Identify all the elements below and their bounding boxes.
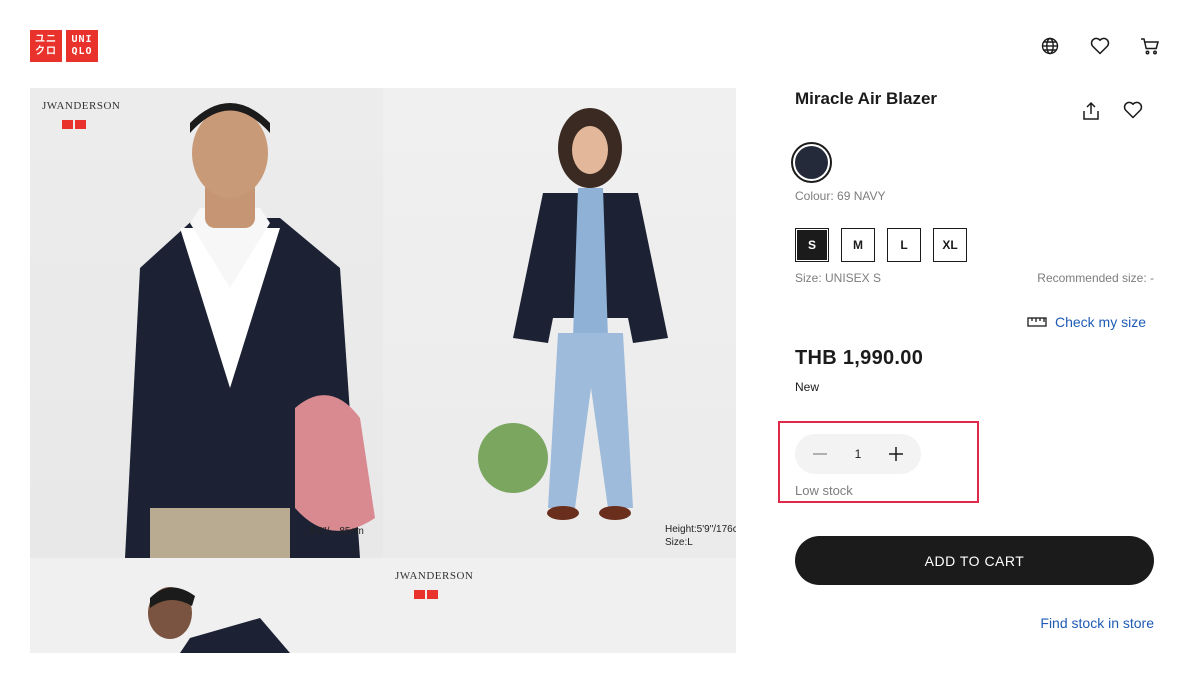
size-option-xl[interactable]: XL [933,228,967,262]
photo-2-caption: Height:5'9"/176cm Size:L [665,523,736,549]
check-my-size-link[interactable]: Check my size [1027,314,1146,330]
stock-status: Low stock [795,483,853,498]
logo-katakana-top: ユニ [35,34,57,45]
quantity-value: 1 [854,447,862,461]
logo-katakana-bottom: クロ [35,46,57,57]
colour-swatch-navy[interactable] [791,142,832,183]
header-icons [1040,36,1160,56]
size-option-s[interactable]: S [795,228,829,262]
logo-latin-box: UNI QLO [66,30,98,62]
product-photo-3[interactable]: JWANDERSON [30,558,736,653]
size-option-m[interactable]: M [841,228,875,262]
globe-icon[interactable] [1040,36,1060,56]
find-stock-in-store-link[interactable]: Find stock in store [1040,615,1154,631]
logo-katakana-box: ユニ クロ [30,30,62,62]
model-2-illustration [478,108,668,520]
photo-1-caption: …5'8"/…85cm [300,526,364,537]
size-label: Size: UNISEX S [795,271,882,285]
product-title: Miracle Air Blazer [795,89,938,108]
product-photo-1[interactable]: JWANDERSON …5'8"/…85cm [30,88,383,558]
quantity-stepper: 1 [795,434,921,474]
swatch-fill [795,146,828,179]
wishlist-heart-icon[interactable] [1123,101,1143,121]
minus-icon [813,453,827,455]
logo-latin-top: UNI [71,34,93,45]
plus-icon [889,447,903,461]
product-page: ユニ クロ UNI QLO JWANDERSON …5'8"/…85cm Hei… [0,0,1200,675]
product-gallery[interactable]: JWANDERSON …5'8"/…85cm Height:5'9"/176c … [30,88,736,653]
cart-icon[interactable] [1140,36,1160,56]
size-option-l[interactable]: L [887,228,921,262]
size-selector: S M L XL [795,228,967,262]
colour-label: Colour: 69 NAVY [795,189,886,203]
increase-quantity-button[interactable] [887,445,905,463]
heart-icon[interactable] [1090,36,1110,56]
photo-2-caption-size: Size:L [665,537,693,548]
add-to-cart-button[interactable]: ADD TO CART [795,536,1154,585]
model-1-illustration [125,103,375,558]
model-3-illustration [148,587,290,653]
share-icon[interactable] [1081,101,1101,121]
recommended-size-label: Recommended size: - [1037,271,1154,285]
product-photo-2[interactable]: Height:5'9"/176cm Size:L [383,88,736,558]
logo-latin-bottom: QLO [71,46,93,57]
check-my-size-label: Check my size [1054,314,1146,330]
decrease-quantity-button[interactable] [811,445,829,463]
photo-2-caption-height: Height:5'9"/176cm [665,524,736,535]
new-badge: New [795,380,820,394]
ruler-icon [1027,317,1047,327]
product-price: THB 1,990.00 [795,347,924,369]
uniqlo-logo[interactable]: ユニ クロ UNI QLO [30,30,98,62]
